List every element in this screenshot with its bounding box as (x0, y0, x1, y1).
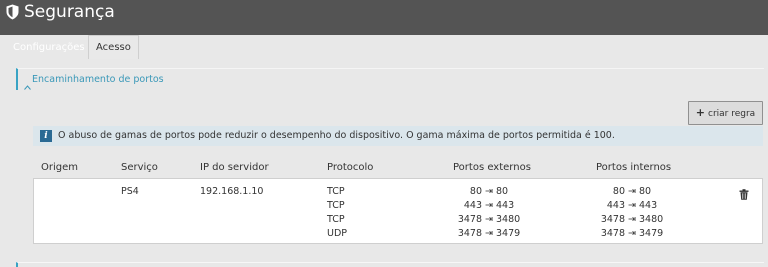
cell-internal-ports: 3478 ⇥ 3480 (600, 214, 664, 225)
cell-server-ip: 192.168.1.10 (200, 186, 264, 197)
cell-external-ports: 3478 ⇥ 3480 (457, 214, 521, 225)
column-header-internal-ports: Portos internos (596, 162, 672, 173)
section-title: Encaminhamento de portos (32, 74, 164, 85)
column-header-external-ports: Portos externos (453, 162, 531, 173)
chevron-up-icon (24, 75, 31, 94)
next-section-header[interactable] (16, 262, 764, 267)
info-message: O abuso de gamas de portos pode reduzir … (58, 130, 615, 141)
column-header-origin: Origem (41, 162, 79, 173)
cell-protocol: TCP (327, 214, 345, 225)
trash-icon[interactable] (739, 185, 749, 204)
tab-acesso[interactable]: Acesso (88, 35, 139, 59)
cell-external-ports: 3478 ⇥ 3479 (457, 228, 521, 239)
column-header-service: Serviço (121, 162, 158, 173)
plus-icon: + (695, 106, 705, 119)
cell-internal-ports: 443 ⇥ 443 (606, 200, 658, 211)
create-rule-button[interactable]: + criar regra (688, 101, 763, 125)
page-header: Segurança (0, 0, 768, 35)
cell-protocol: TCP (327, 200, 345, 211)
cell-service: PS4 (121, 186, 139, 197)
tab-configuracoes[interactable]: Configurações (6, 36, 92, 59)
section-port-forwarding-header[interactable]: Encaminhamento de portos (16, 68, 764, 90)
info-banner: i O abuso de gamas de portos pode reduzi… (33, 126, 763, 146)
cell-external-ports: 443 ⇥ 443 (463, 200, 515, 211)
cell-internal-ports: 3478 ⇥ 3479 (600, 228, 664, 239)
cell-protocol: UDP (327, 228, 347, 239)
create-rule-label: criar regra (708, 109, 756, 119)
page-title: Segurança (24, 2, 115, 22)
cell-external-ports: 80 ⇥ 80 (469, 186, 509, 197)
info-icon: i (40, 130, 52, 142)
cell-internal-ports: 80 ⇥ 80 (612, 186, 652, 197)
cell-protocol: TCP (327, 186, 345, 197)
shield-icon (6, 4, 19, 24)
column-header-server-ip: IP do servidor (200, 162, 269, 173)
column-header-protocol: Protocolo (327, 162, 374, 173)
